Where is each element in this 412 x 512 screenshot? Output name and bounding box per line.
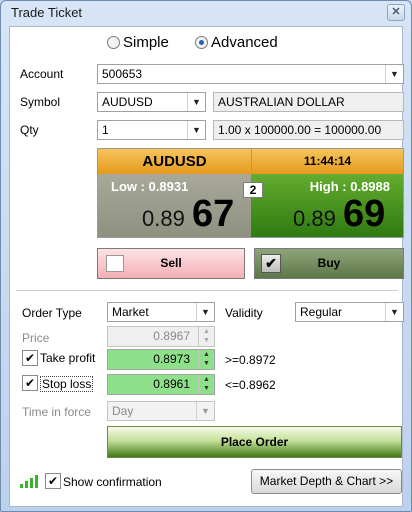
buy-label: Buy xyxy=(317,256,341,270)
day-low: Low : 0.8931 xyxy=(111,179,189,194)
symbol-description: AUSTRALIAN DOLLAR xyxy=(213,92,404,112)
qty-combo[interactable]: 1 ▼ xyxy=(97,120,206,140)
stop-loss-input[interactable]: 0.8961 ▲ ▼ xyxy=(107,374,215,395)
spin-arrows-icon[interactable]: ▲ ▼ xyxy=(198,375,214,394)
symbol-value: AUDUSD xyxy=(102,95,153,109)
price-label: Price xyxy=(22,331,50,345)
qty-calculation: 1.00 x 100000.00 = 100000.00 xyxy=(213,120,404,140)
stop-loss-checkbox[interactable]: ✔ xyxy=(22,375,38,391)
take-profit-hint: >=0.8972 xyxy=(225,353,276,367)
signal-strength-icon xyxy=(20,475,38,488)
account-combo[interactable]: 500653 ▼ xyxy=(97,64,404,84)
order-type-value: Market xyxy=(112,305,149,319)
stop-loss-value: 0.8961 xyxy=(153,377,190,391)
window-title: Trade Ticket xyxy=(11,5,83,20)
chevron-down-icon[interactable]: ▼ xyxy=(196,303,214,321)
quote-time: 11:44:14 xyxy=(251,149,403,174)
show-confirmation-label: Show confirmation xyxy=(63,475,162,489)
order-type-combo[interactable]: Market ▼ xyxy=(107,302,215,322)
sell-quote[interactable]: AUDUSD Low : 0.8931 0.89 67 xyxy=(98,149,251,237)
stop-loss-label: Stop loss xyxy=(40,376,94,392)
take-profit-checkbox[interactable]: ✔ xyxy=(22,350,38,366)
ask-pips: 69 xyxy=(343,193,386,235)
order-type-label: Order Type xyxy=(22,306,82,320)
chevron-down-icon: ▼ xyxy=(196,402,214,420)
radio-advanced-circle[interactable] xyxy=(195,36,208,49)
radio-simple[interactable]: Simple xyxy=(107,34,169,51)
take-profit-input[interactable]: 0.8973 ▲ ▼ xyxy=(107,349,215,370)
radio-advanced[interactable]: Advanced xyxy=(195,34,278,51)
section-divider xyxy=(16,290,398,291)
sell-label: Sell xyxy=(160,256,182,270)
qty-label: Qty xyxy=(20,123,39,137)
chevron-down-icon[interactable]: ▼ xyxy=(385,303,403,321)
title-bar: Trade Ticket ✕ xyxy=(1,1,411,25)
chevron-down-icon[interactable]: ▼ xyxy=(187,121,205,139)
spin-arrows-icon[interactable]: ▲ ▼ xyxy=(198,350,214,369)
market-depth-chart-button[interactable]: Market Depth & Chart >> xyxy=(251,469,402,494)
instrument-header: AUDUSD xyxy=(98,149,251,174)
spin-arrows-icon: ▲ ▼ xyxy=(198,327,214,346)
time-in-force-label: Time in force xyxy=(22,405,91,419)
symbol-label: Symbol xyxy=(20,95,61,109)
symbol-combo[interactable]: AUDUSD ▼ xyxy=(97,92,206,112)
time-in-force-combo: Day ▼ xyxy=(107,401,215,421)
price-panel: AUDUSD Low : 0.8931 0.89 67 11:44:14 Hig… xyxy=(97,148,404,238)
stop-loss-hint: <=0.8962 xyxy=(225,378,276,392)
take-profit-value: 0.8973 xyxy=(153,352,190,366)
radio-simple-circle[interactable] xyxy=(107,36,120,49)
price-input: 0.8967 ▲ ▼ xyxy=(107,326,215,347)
ask-prefix: 0.89 xyxy=(293,206,336,231)
bid-pips: 67 xyxy=(192,193,235,235)
take-profit-label: Take profit xyxy=(40,351,96,365)
chevron-down-icon[interactable]: ▼ xyxy=(385,65,403,83)
radio-advanced-label: Advanced xyxy=(211,34,278,51)
sell-button[interactable]: Sell xyxy=(97,248,245,279)
day-high: High : 0.8988 xyxy=(309,179,390,194)
account-label: Account xyxy=(20,67,64,81)
checkmark-icon: ✔ xyxy=(261,254,281,273)
price-value: 0.8967 xyxy=(153,329,190,343)
place-order-button[interactable]: Place Order xyxy=(107,426,402,458)
buy-button[interactable]: ✔ Buy xyxy=(254,248,404,279)
bid-prefix: 0.89 xyxy=(142,206,185,231)
ticket-body: Simple Advanced Account 500653 ▼ Symbol … xyxy=(9,26,404,507)
trade-ticket-window: Trade Ticket ✕ Simple Advanced Account 5… xyxy=(0,0,412,512)
validity-value: Regular xyxy=(300,305,343,319)
chevron-down-icon[interactable]: ▼ xyxy=(187,93,205,111)
radio-simple-label: Simple xyxy=(123,34,169,51)
spread-badge: 2 xyxy=(243,182,263,198)
account-value: 500653 xyxy=(102,67,143,81)
show-confirmation-checkbox[interactable]: ✔ xyxy=(45,473,61,489)
time-in-force-value: Day xyxy=(112,404,134,418)
close-button[interactable]: ✕ xyxy=(387,4,405,21)
validity-label: Validity xyxy=(225,306,263,320)
qty-value: 1 xyxy=(102,123,109,137)
sell-checkbox-icon xyxy=(106,255,124,272)
validity-combo[interactable]: Regular ▼ xyxy=(295,302,404,322)
buy-quote[interactable]: 11:44:14 High : 0.8988 0.89 69 xyxy=(251,149,403,237)
